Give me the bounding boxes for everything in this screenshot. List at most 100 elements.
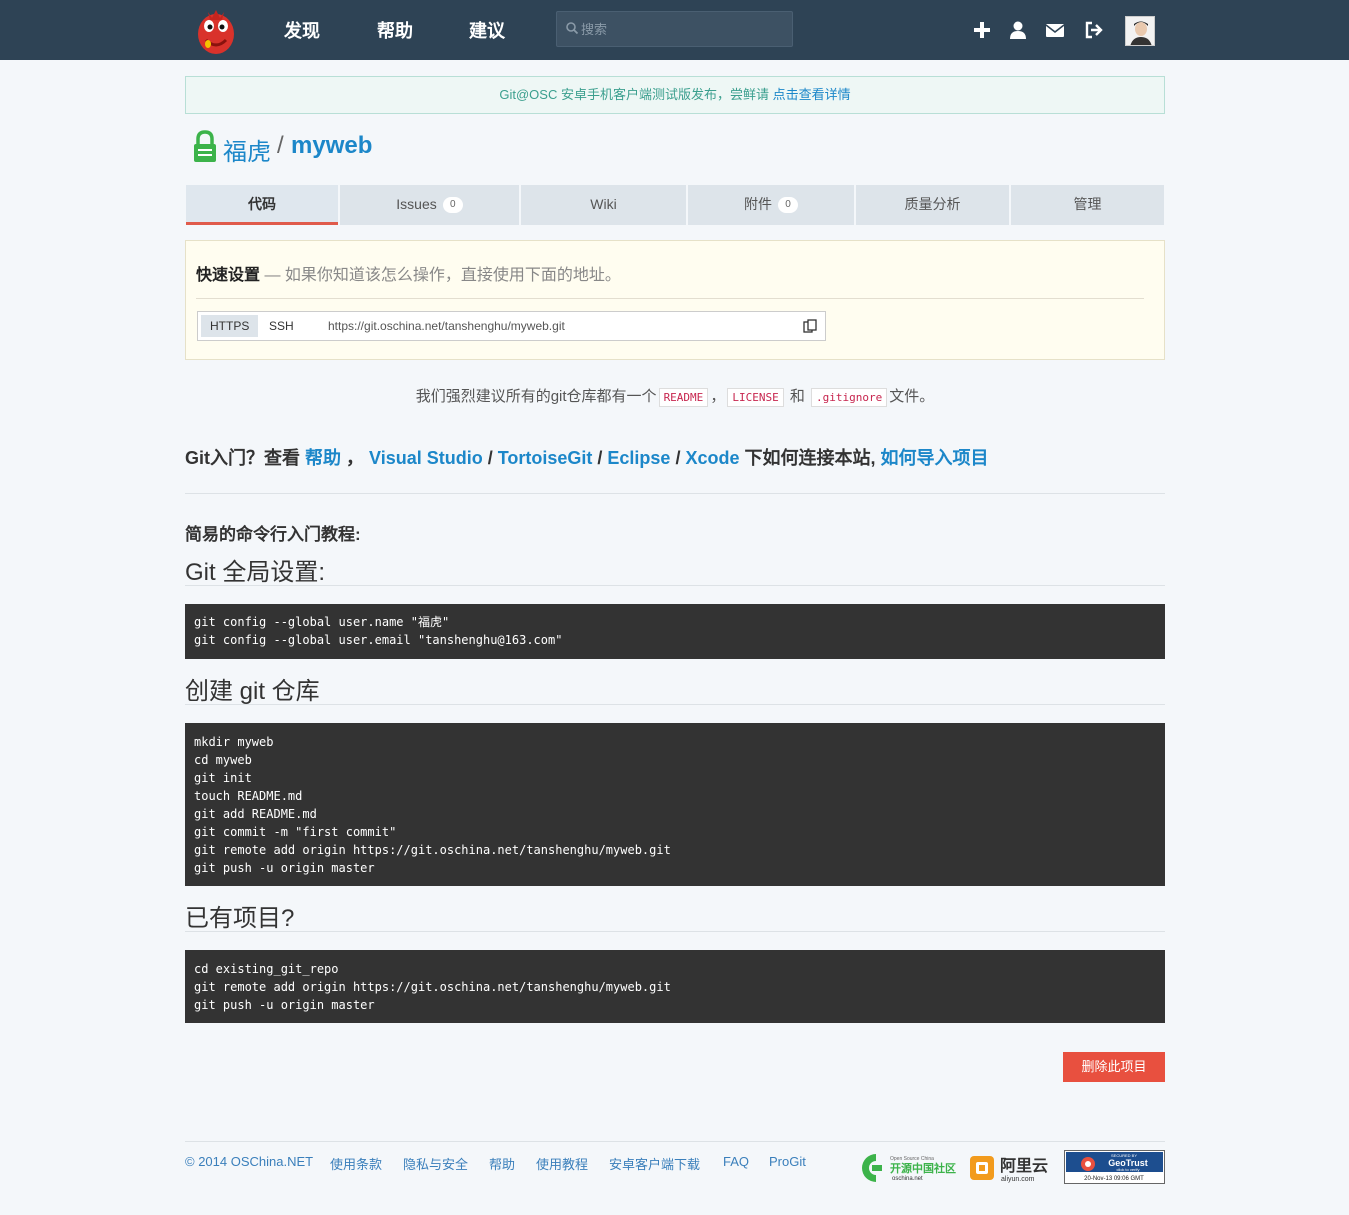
clone-url-box: HTTPS SSH — [197, 311, 826, 341]
advice-and: 和 — [785, 388, 810, 405]
user-icon[interactable] — [1008, 20, 1028, 40]
clone-url-input[interactable] — [328, 312, 788, 340]
nav-help[interactable]: 帮助 — [377, 17, 413, 43]
footer-copyright: © 2014 OSChina.NET — [185, 1154, 314, 1169]
divider — [185, 704, 1165, 705]
oschina-community-logo-icon[interactable]: Open Source China 开源中国社区 oschina.net — [858, 1150, 956, 1186]
repo-separator: / — [277, 132, 284, 159]
code-line: git remote add origin https://git.oschin… — [194, 843, 671, 857]
readme-code: README — [658, 387, 709, 407]
divider — [185, 931, 1165, 932]
search-input[interactable] — [581, 12, 786, 46]
gitignore-code: .gitignore — [811, 387, 888, 407]
code-line: git init — [194, 771, 252, 785]
advice-suffix: 文件。 — [889, 388, 935, 405]
advice-text: 我们强烈建议所有的git仓库都有一个 — [415, 388, 657, 405]
user-avatar-image-icon — [1126, 17, 1154, 45]
visual-studio-link[interactable]: Visual Studio — [369, 448, 483, 468]
tab-label: Issues — [396, 196, 437, 212]
slash: / — [482, 448, 498, 468]
code-line: git push -u origin master — [194, 861, 375, 875]
lock-icon — [194, 130, 216, 162]
tab-admin[interactable]: 管理 — [1011, 185, 1164, 225]
tab-wiki[interactable]: Wiki — [521, 185, 686, 225]
code-line: mkdir myweb — [194, 735, 274, 749]
code-line: git commit -m "first commit" — [194, 825, 397, 839]
existing-project-code: cd existing_git_repo git remote add orig… — [185, 950, 1165, 1023]
slash: / — [592, 448, 608, 468]
avatar[interactable] — [1125, 16, 1155, 46]
code-line: git config --global user.email "tansheng… — [194, 633, 563, 647]
tab-code[interactable]: 代码 — [186, 185, 338, 225]
sign-out-icon[interactable] — [1084, 20, 1104, 40]
footer-tutorial-link[interactable]: 使用教程 — [536, 1154, 588, 1173]
license-code: LICENSE — [727, 387, 784, 407]
git-intro-mid: 下如何连接本站, — [739, 448, 881, 468]
footer-progit-link[interactable]: ProGit — [769, 1154, 806, 1169]
create-repo-code: mkdir myweb cd myweb git init touch READ… — [185, 723, 1165, 886]
help-link[interactable]: 帮助 — [305, 448, 341, 468]
nav-suggest[interactable]: 建议 — [469, 17, 505, 43]
footer-android-link[interactable]: 安卓客户端下载 — [609, 1154, 700, 1173]
code-line: git add README.md — [194, 807, 317, 821]
code-line: touch README.md — [194, 789, 303, 803]
geotrust-sub-text: click to verify — [1117, 1167, 1140, 1172]
copy-clipboard-icon[interactable] — [803, 319, 817, 333]
advice-comma: ， — [710, 388, 726, 405]
git-intro-line: Git入门？查看 帮助 ， Visual Studio / TortoiseGi… — [185, 444, 989, 470]
slash: / — [670, 448, 686, 468]
tab-label: 附件 — [744, 196, 772, 212]
top-navbar: 发现 帮助 建议 — [0, 0, 1349, 60]
delete-project-button[interactable]: 删除此项目 — [1063, 1052, 1165, 1082]
xcode-link[interactable]: Xcode — [685, 448, 739, 468]
eclipse-link[interactable]: Eclipse — [607, 448, 670, 468]
create-repo-title: 创建 git 仓库 — [185, 678, 320, 705]
footer-terms-link[interactable]: 使用条款 — [330, 1154, 382, 1173]
geotrust-seal-icon[interactable]: SECURED BY GeoTrust click to verify 20-N… — [1064, 1150, 1165, 1186]
aliyun-cn-text: 阿里云 — [1000, 1156, 1048, 1175]
code-line: cd myweb — [194, 753, 252, 767]
repo-owner-link[interactable]: 福虎 — [223, 132, 271, 167]
aliyun-url-text: aliyun.com — [1001, 1176, 1035, 1183]
quick-setup-hint: — 如果你知道该怎么操作，直接使用下面的地址。 — [260, 267, 621, 284]
footer-divider — [185, 1141, 1165, 1142]
footer-faq-link[interactable]: FAQ — [723, 1154, 749, 1169]
tab-label: 质量分析 — [904, 196, 961, 212]
announcement-link[interactable]: 点击查看详情 — [773, 87, 851, 102]
tortoisegit-link[interactable]: TortoiseGit — [498, 448, 593, 468]
geotrust-date-text: 20-Nov-13 09:06 GMT — [1084, 1176, 1144, 1182]
global-setup-code: git config --global user.name "福虎" git c… — [185, 604, 1165, 659]
issues-count-badge: 0 — [442, 197, 463, 214]
repo-name-link[interactable]: myweb — [291, 132, 372, 160]
tab-issues[interactable]: Issues 0 — [340, 185, 519, 225]
quick-setup-panel: 快速设置 — 如果你知道该怎么操作，直接使用下面的地址。 HTTPS SSH — [185, 240, 1165, 360]
code-line: git remote add origin https://git.oschin… — [194, 980, 671, 994]
code-line: cd existing_git_repo — [194, 962, 339, 976]
footer-privacy-link[interactable]: 隐私与安全 — [403, 1154, 468, 1173]
divider — [185, 493, 1165, 494]
plus-icon[interactable] — [972, 20, 992, 40]
oschina-cn-text: 开源中国社区 — [890, 1161, 956, 1175]
global-setup-title: Git 全局设置: — [185, 559, 326, 586]
https-protocol-button[interactable]: HTTPS — [201, 315, 259, 337]
search-icon — [566, 22, 579, 35]
nav-discover[interactable]: 发现 — [284, 17, 320, 43]
repo-files-advice: 我们强烈建议所有的git仓库都有一个 README， LICENSE 和 .giti… — [185, 385, 1165, 407]
oschina-url-text: oschina.net — [892, 1176, 923, 1182]
import-project-link[interactable]: 如何导入项目 — [881, 448, 989, 468]
ssh-protocol-button[interactable]: SSH — [260, 315, 303, 337]
tab-quality-analysis[interactable]: 质量分析 — [856, 185, 1009, 225]
footer-help-link[interactable]: 帮助 — [489, 1154, 515, 1173]
git-intro-prefix: Git入门？查看 — [185, 448, 305, 468]
envelope-icon[interactable] — [1045, 20, 1065, 40]
divider — [196, 298, 1144, 299]
tab-label: Wiki — [590, 196, 617, 212]
tab-label: 代码 — [248, 196, 276, 212]
tab-attachments[interactable]: 附件 0 — [688, 185, 854, 225]
oschina-logo-icon[interactable] — [194, 4, 238, 56]
existing-project-title: 已有项目? — [185, 905, 295, 932]
attachments-count-badge: 0 — [778, 197, 798, 214]
code-line: git push -u origin master — [194, 998, 375, 1012]
quick-setup-title: 快速设置 — [196, 267, 261, 284]
aliyun-logo-icon[interactable]: 阿里云 aliyun.com — [968, 1150, 1054, 1186]
